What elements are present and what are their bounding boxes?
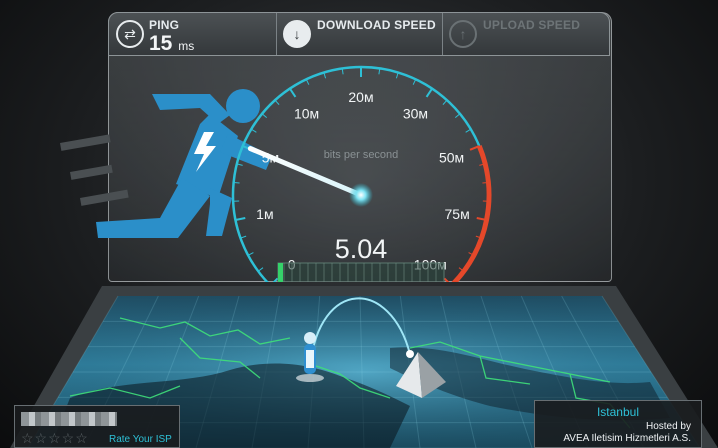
user-pin-icon: [304, 332, 316, 374]
gauge-tick: [289, 88, 297, 98]
speed-gauge: 01м5м10м20м30м50м75м100м bits per second…: [231, 65, 492, 282]
rating-stars[interactable]: ☆☆☆☆☆: [21, 430, 89, 447]
gauge-tick-label: 50м: [439, 149, 464, 165]
gauge-tick: [235, 217, 246, 221]
gauge-tick: [247, 252, 254, 256]
gauge-tick: [261, 113, 268, 118]
gauge-tick: [442, 99, 448, 105]
user-pin-shadow: [296, 374, 324, 382]
gauge-tick: [257, 267, 264, 272]
gauge-tick: [425, 88, 433, 98]
gauge-tick-label: 20м: [348, 89, 373, 105]
gauge-tick: [465, 128, 472, 133]
gauge-tick: [454, 113, 461, 118]
gauge-tick: [233, 181, 240, 184]
rate-isp-link[interactable]: Rate Your ISP: [109, 434, 172, 445]
gauge-unit-label: bits per second: [324, 149, 399, 161]
gauge-tick-label: 75м: [445, 206, 470, 222]
gauge-tick: [250, 128, 257, 133]
gauge-tick: [305, 79, 310, 85]
server-city: Istanbul: [596, 405, 639, 419]
gauge-tick-label: 1м: [256, 206, 273, 222]
arc-endpoint: [406, 350, 414, 358]
hosted-by-label: Hosted by: [645, 421, 691, 432]
server-location-box: Istanbul Hosted by AVEA Iletisim Hizmetl…: [534, 400, 702, 448]
host-name: AVEA Iletisim Hizmetleri A.S.: [563, 433, 691, 444]
gauge-tick-label: 30м: [403, 106, 428, 122]
server-host: Hosted by AVEA Iletisim Hizmetleri A.S.: [563, 421, 691, 445]
gauge-current-value: 5.04: [335, 234, 388, 264]
gauge-tick: [412, 79, 417, 85]
gauge-tick-label: 10м: [294, 106, 319, 122]
gauge-hub: [349, 183, 373, 207]
gauge-tick: [274, 99, 280, 105]
isp-name-redacted: [21, 412, 117, 426]
gauge-tick: [482, 181, 489, 184]
rate-isp-box[interactable]: ☆☆☆☆☆ Rate Your ISP: [14, 405, 180, 448]
